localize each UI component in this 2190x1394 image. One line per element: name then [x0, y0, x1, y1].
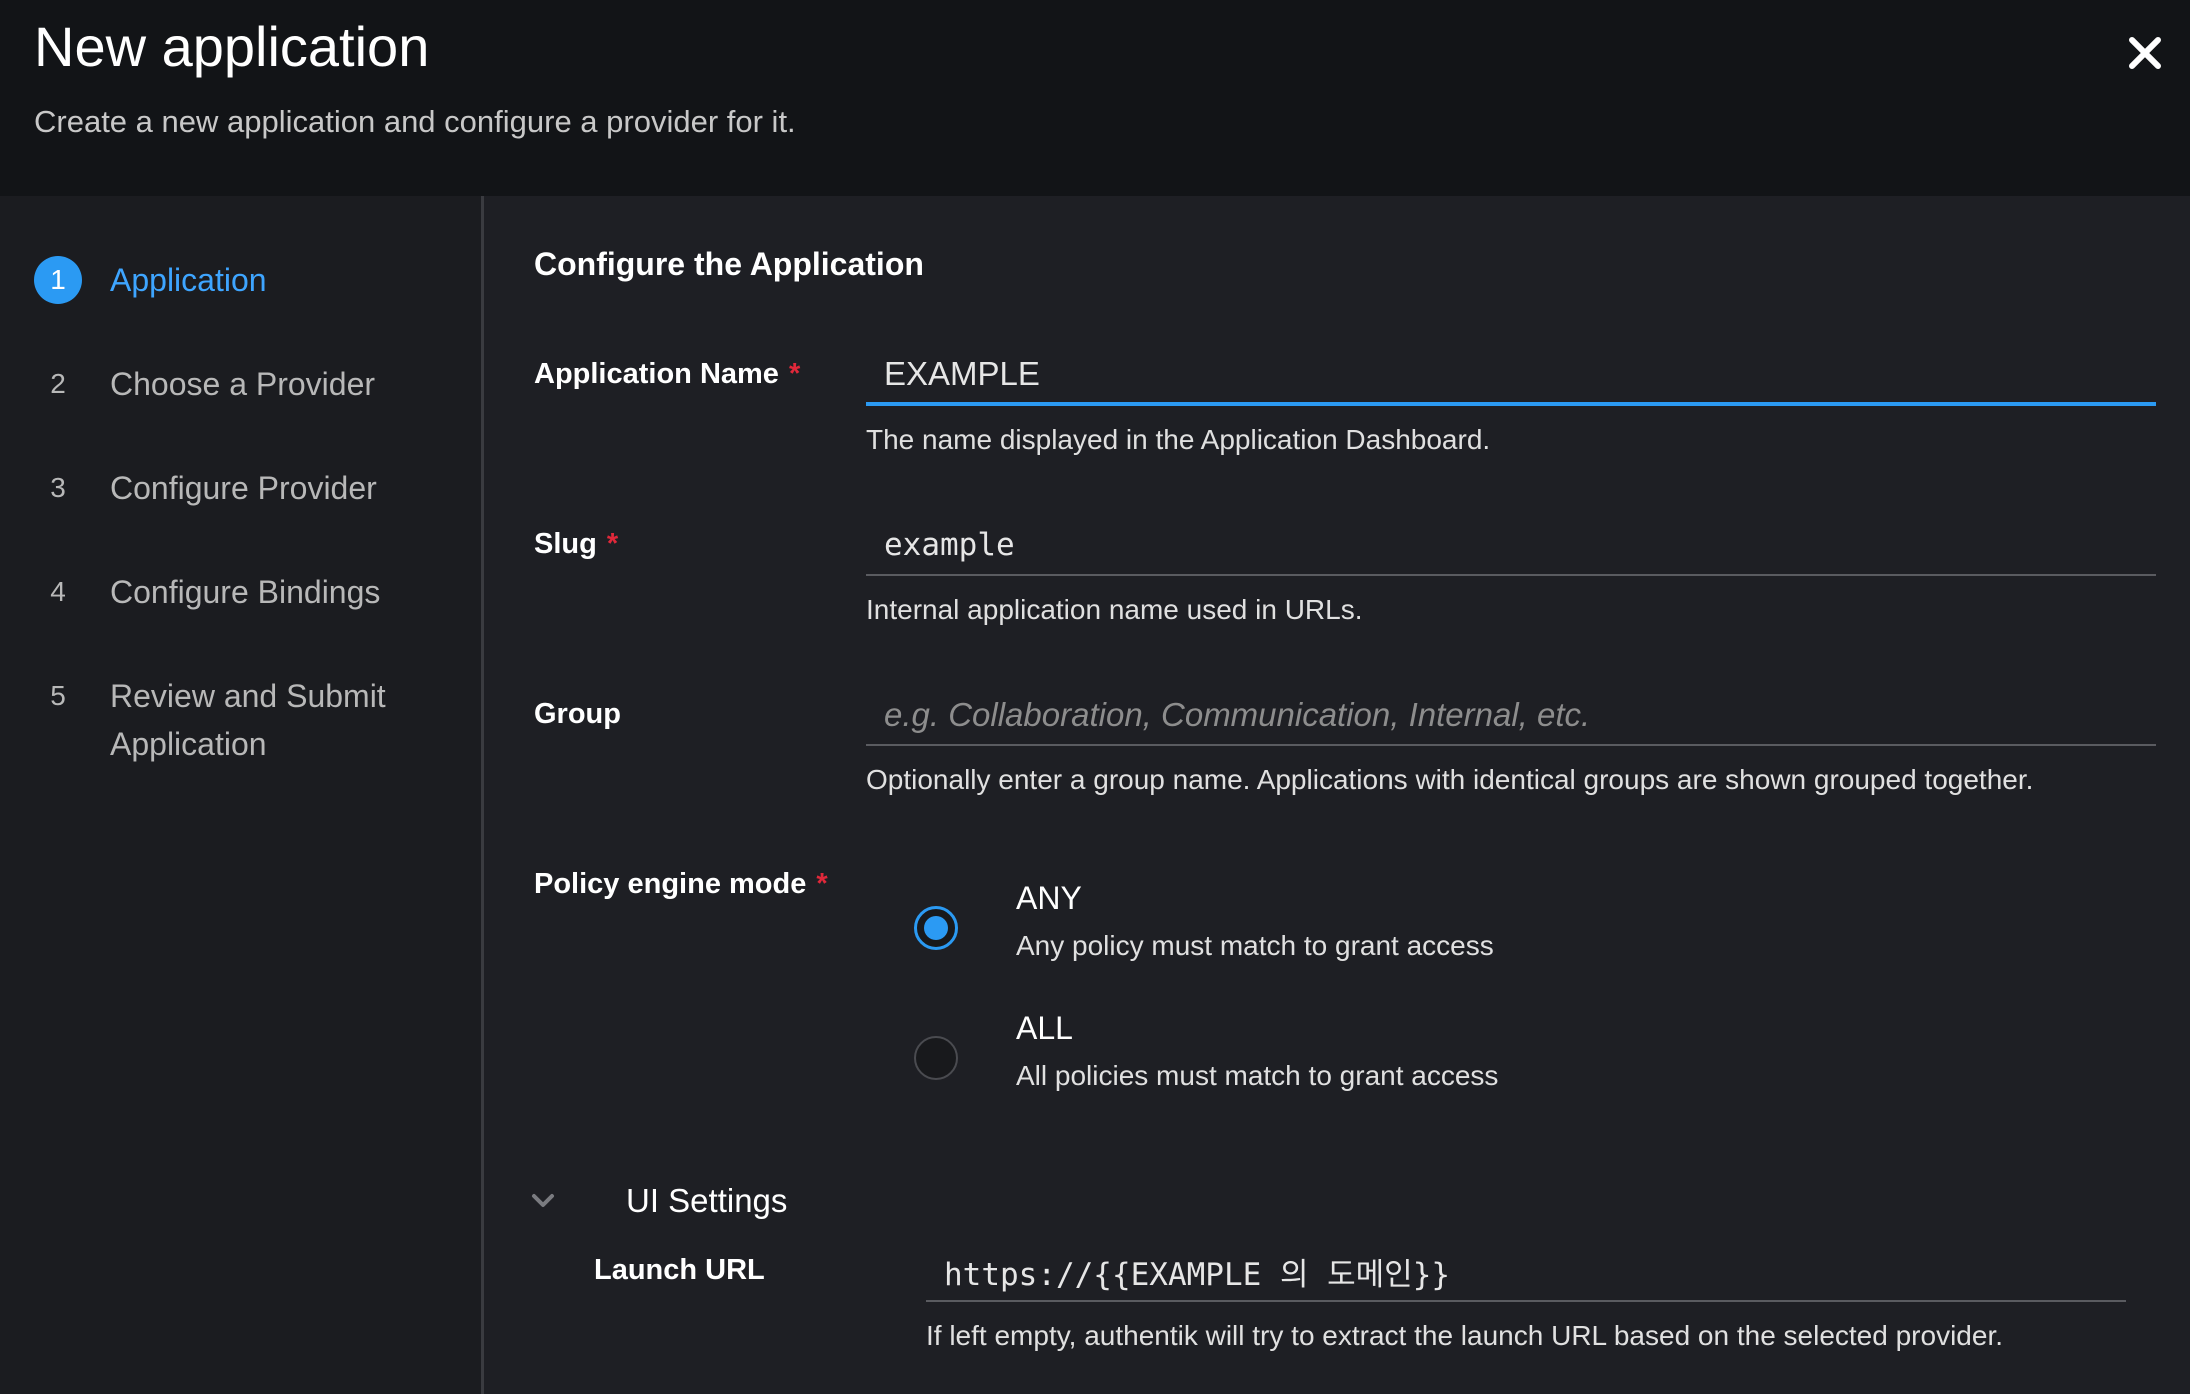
step-label: Configure Provider	[110, 470, 377, 506]
ui-settings-label: UI Settings	[626, 1182, 788, 1219]
close-icon	[2129, 37, 2161, 69]
step-number: 2	[50, 368, 66, 399]
app-name-label: Application Name *	[534, 358, 801, 390]
step-number: 3	[50, 472, 66, 503]
required-indicator: *	[606, 528, 619, 560]
section-title: Configure the Application	[534, 246, 924, 282]
launch-url-input[interactable]	[926, 1242, 2126, 1302]
step-label: Choose a Provider	[110, 366, 376, 402]
radio-any[interactable]	[914, 906, 958, 950]
form-panel: Configure the Application Application Na…	[484, 196, 2190, 1394]
policy-option-any[interactable]: ANY Any policy must match to grant acces…	[914, 880, 1814, 976]
required-indicator: *	[816, 868, 828, 900]
ui-settings-toggle[interactable]: UI Settings	[528, 1176, 1228, 1226]
step-review-submit[interactable]: 5 Review and Submit Application	[0, 672, 480, 782]
modal-title: New application	[34, 15, 430, 78]
step-number: 1	[34, 256, 82, 304]
step-configure-provider[interactable]: 3 Configure Provider	[0, 464, 480, 524]
slug-input[interactable]	[866, 516, 2156, 576]
launch-url-helper: If left empty, authentik will try to ext…	[926, 1320, 2004, 1351]
step-choose-provider[interactable]: 2 Choose a Provider	[0, 360, 480, 420]
step-label: Review and Submit Application	[110, 678, 386, 762]
group-helper: Optionally enter a group name. Applicati…	[866, 764, 2034, 795]
app-name-input[interactable]	[866, 346, 2156, 406]
wizard-steps-nav: 1 Application 2 Choose a Provider 3 Conf…	[0, 196, 484, 1394]
step-configure-bindings[interactable]: 4 Configure Bindings	[0, 568, 480, 628]
step-number: 5	[50, 680, 66, 711]
radio-all-description: All policies must match to grant access	[1016, 1060, 1499, 1091]
modal-header: New application Create a new application…	[0, 0, 2190, 196]
group-input[interactable]	[866, 686, 2156, 746]
radio-any-description: Any policy must match to grant access	[1016, 930, 1494, 961]
close-button[interactable]	[2122, 30, 2168, 76]
radio-any-title: ANY	[1016, 880, 1082, 916]
slug-label: Slug *	[534, 528, 619, 560]
slug-helper: Internal application name used in URLs.	[866, 594, 1363, 625]
chevron-down-icon	[532, 1194, 554, 1207]
policy-option-all[interactable]: ALL All policies must match to grant acc…	[914, 1010, 1814, 1106]
step-application[interactable]: 1 Application	[0, 256, 480, 316]
step-label: Application	[110, 262, 267, 298]
step-label: Configure Bindings	[110, 574, 381, 610]
radio-all[interactable]	[914, 1036, 958, 1080]
step-number: 4	[50, 576, 66, 607]
modal-subtitle: Create a new application and configure a…	[34, 104, 796, 139]
app-name-helper: The name displayed in the Application Da…	[866, 424, 1491, 455]
policy-mode-label: Policy engine mode *	[534, 868, 828, 900]
launch-url-label: Launch URL	[594, 1254, 765, 1286]
group-label: Group	[534, 698, 621, 730]
radio-all-title: ALL	[1016, 1010, 1073, 1046]
required-indicator: *	[788, 358, 801, 390]
